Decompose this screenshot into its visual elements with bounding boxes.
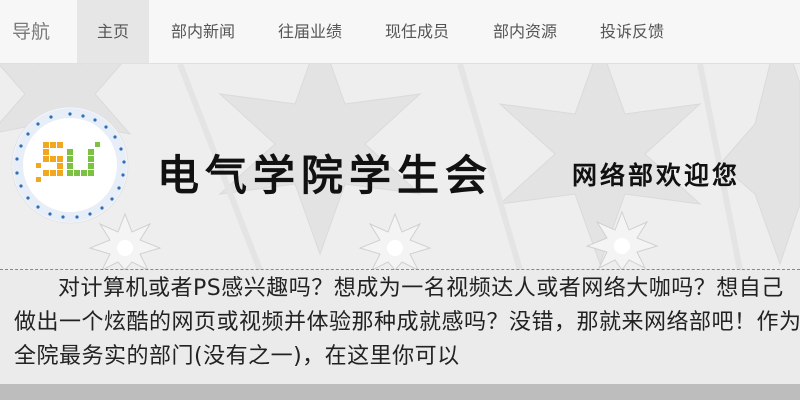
bottom-bar — [0, 384, 800, 400]
su-logo-icon — [11, 106, 129, 224]
intro-paragraph: 对计算机或者PS感兴趣吗？想成为一名视频达人或者网络大咖吗？想自己做出一个炫酷的… — [14, 276, 800, 369]
site-title: 电气学院学生会 — [157, 151, 494, 200]
nav-item-home[interactable]: 主页 — [77, 0, 149, 63]
banner-divider — [0, 269, 800, 270]
nav-item-achievements[interactable]: 往届业绩 — [262, 0, 358, 63]
banner: 电气学院学生会 网络部欢迎您 — [0, 64, 800, 270]
nav-brand[interactable]: 导航 — [12, 0, 50, 64]
top-navbar: 导航 主页 部内新闻 往届业绩 现任成员 部内资源 投诉反馈 — [0, 0, 800, 64]
nav-item-resources[interactable]: 部内资源 — [477, 0, 573, 63]
nav-item-members[interactable]: 现任成员 — [369, 0, 465, 63]
nav-item-feedback[interactable]: 投诉反馈 — [584, 0, 680, 63]
site-subtitle: 网络部欢迎您 — [572, 161, 741, 190]
nav-item-news[interactable]: 部内新闻 — [155, 0, 251, 63]
intro-section: 对计算机或者PS感兴趣吗？想成为一名视频达人或者网络大咖吗？想自己做出一个炫酷的… — [14, 272, 800, 384]
